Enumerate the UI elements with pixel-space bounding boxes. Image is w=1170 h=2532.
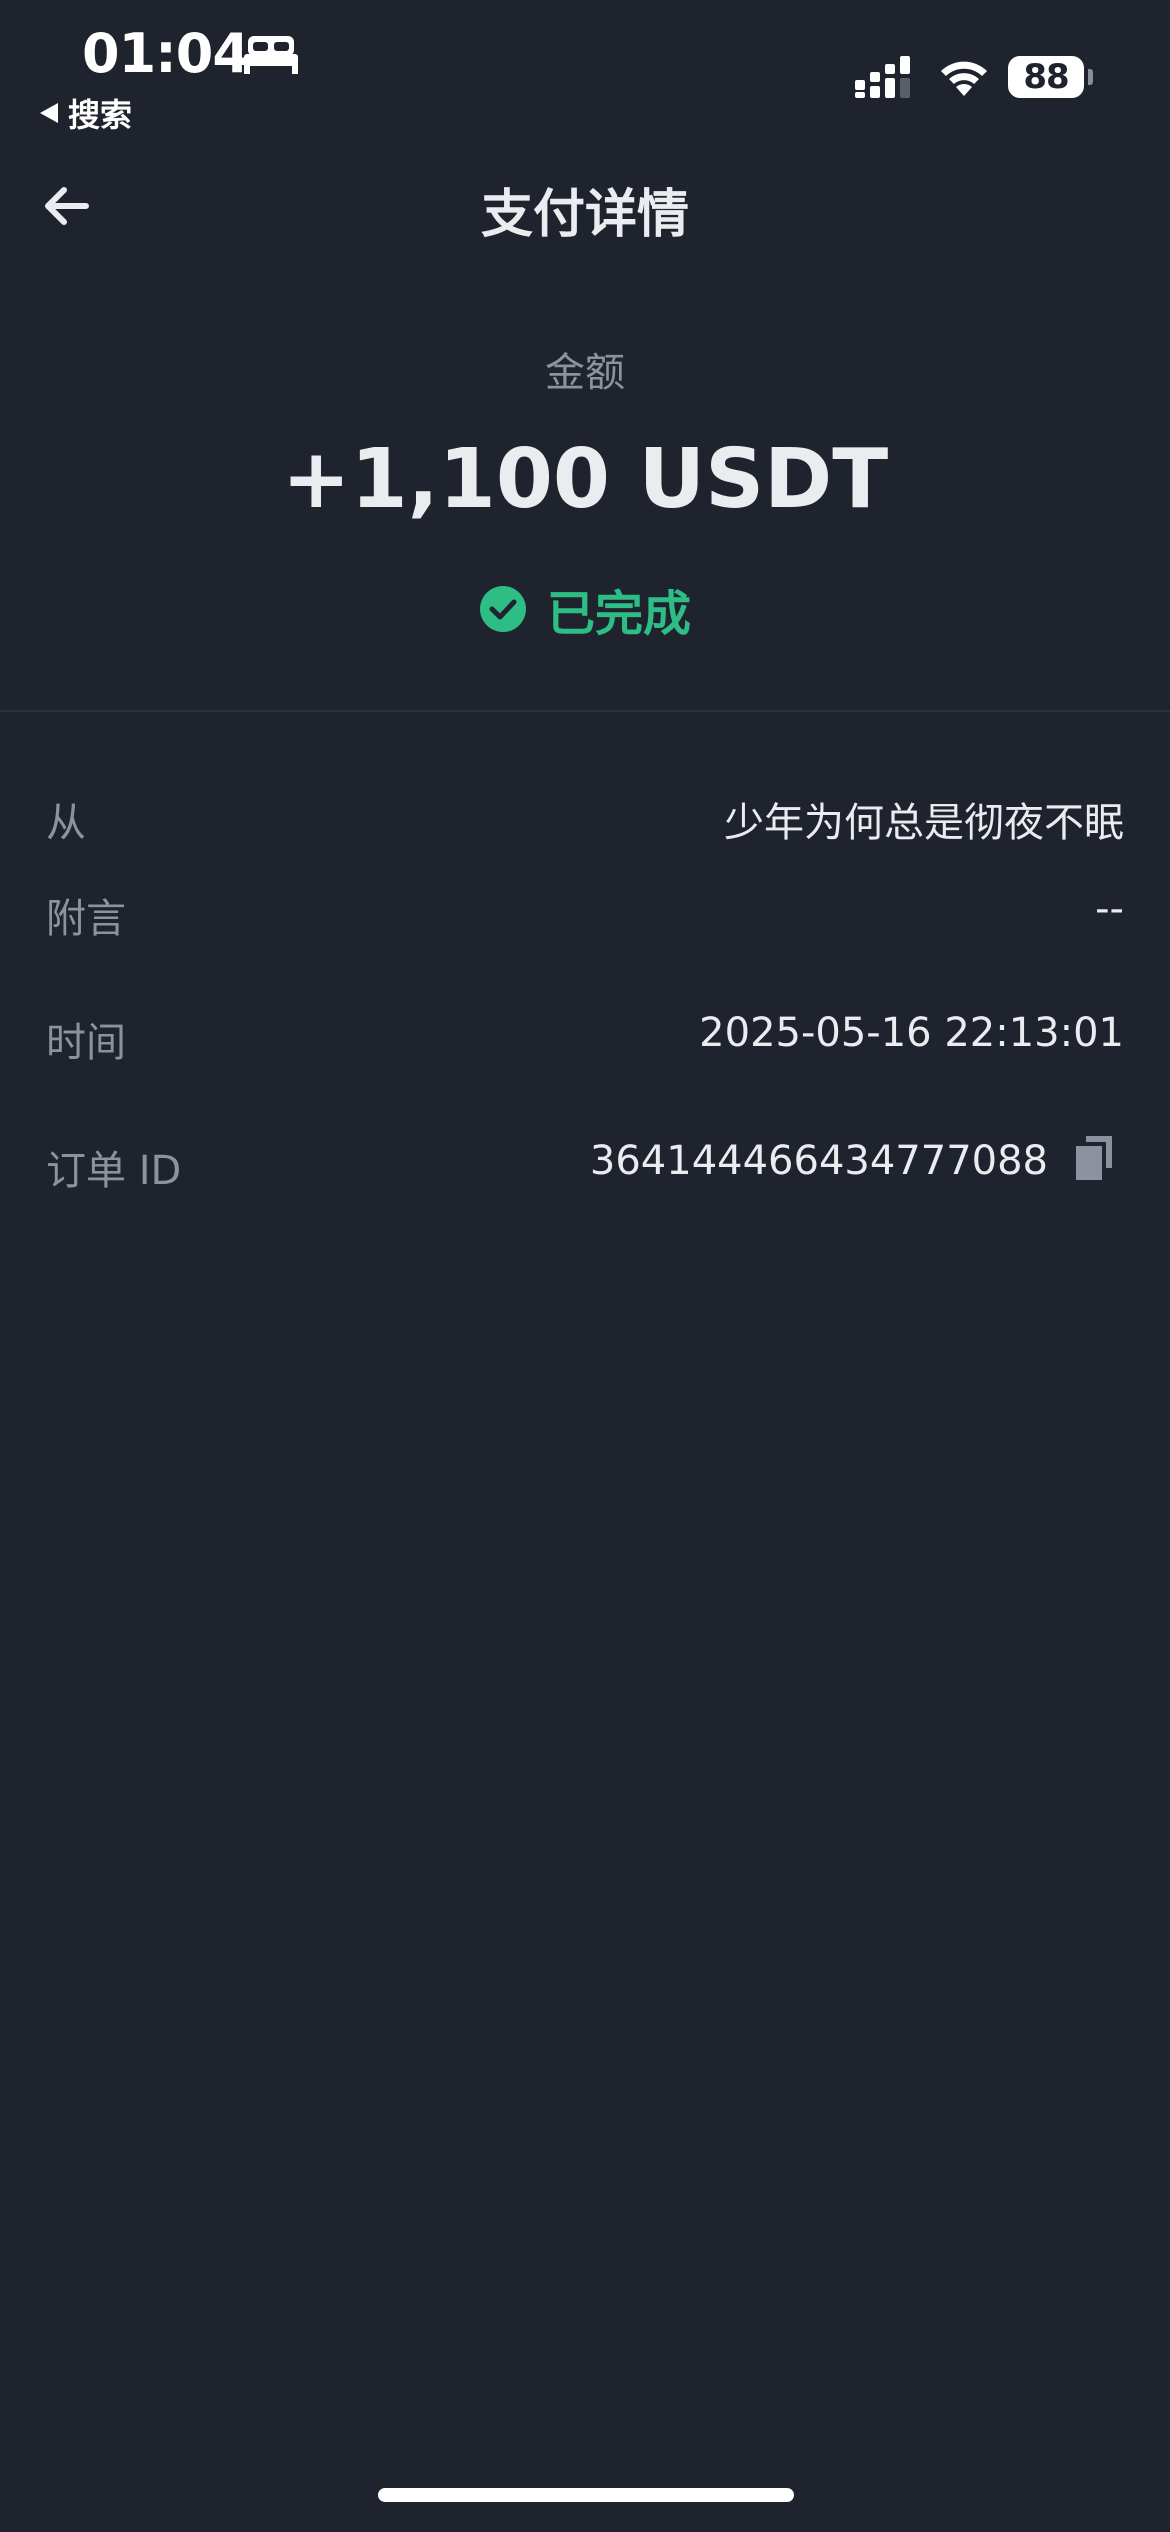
- battery-level: 88: [1023, 57, 1069, 97]
- amount-value: +1,100 USDT: [281, 432, 889, 527]
- check-circle-icon: [479, 586, 526, 632]
- from-row: 从 少年为何总是彻夜不眠: [46, 790, 1124, 850]
- order-id-value: 364144466434777088: [589, 1138, 1048, 1184]
- note-label: 附言: [46, 896, 126, 942]
- back-to-app-label: 搜索: [68, 96, 133, 134]
- note-value: --: [1095, 886, 1124, 932]
- time-label: 时间: [46, 1020, 126, 1066]
- status-row: 已完成: [0, 574, 1170, 644]
- cellular-signal-icon: [855, 56, 910, 98]
- battery-indicator: 88: [1008, 56, 1093, 98]
- divider: [0, 710, 1170, 712]
- status-time: 01:04: [82, 22, 250, 85]
- back-triangle-icon: [40, 103, 58, 123]
- note-row: 附言 --: [46, 886, 1124, 946]
- home-indicator[interactable]: [378, 2488, 794, 2502]
- copy-icon[interactable]: [1072, 1134, 1116, 1182]
- from-value: 少年为何总是彻夜不眠: [724, 800, 1124, 846]
- from-label: 从: [46, 800, 86, 846]
- back-to-app-button[interactable]: 搜索: [38, 90, 132, 136]
- page-title: 支付详情: [480, 185, 689, 245]
- time-value: 2025-05-16 22:13:01: [699, 1010, 1124, 1056]
- order-id-row: 订单 ID 364144466434777088: [46, 1136, 1124, 1198]
- wifi-icon: [941, 61, 987, 96]
- status-bar: 01:04 搜索 88: [0, 0, 1170, 140]
- status-badge: 已完成: [546, 586, 691, 642]
- order-id-label: 订单 ID: [46, 1148, 182, 1194]
- time-row: 时间 2025-05-16 22:13:01: [46, 1010, 1124, 1070]
- bed-icon: [244, 36, 298, 74]
- amount-label: 金额: [545, 350, 625, 396]
